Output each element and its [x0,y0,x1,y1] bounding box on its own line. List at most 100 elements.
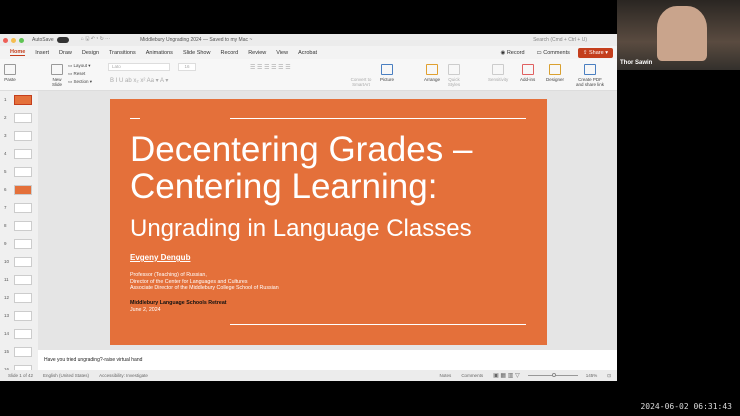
slide-thumbnail[interactable] [14,95,32,105]
thumbnail-number: 4 [4,151,7,156]
reset-button[interactable]: ▭ Reset [68,70,92,78]
share-button[interactable]: ⇪ Share ▾ [577,47,613,58]
slide-thumbnail[interactable] [14,185,32,195]
thumbnail-number: 10 [4,259,10,264]
slide-thumbnail[interactable] [14,347,32,357]
view-buttons[interactable]: ▣ ▦ ▥ ▽ [493,372,520,379]
divider [130,118,140,119]
maximize-button[interactable] [19,37,24,43]
thumbnail-number: 7 [4,205,7,210]
layout-button[interactable]: ▭ Layout ▾ [68,62,92,70]
thumbnail-number: 13 [4,313,10,318]
slide-thumbnail[interactable] [14,203,32,213]
sensitivity-button[interactable]: Sensitivity [488,64,508,82]
slide-thumbnail[interactable] [14,149,32,159]
tab-review[interactable]: Review [248,50,266,56]
addins-icon [521,64,534,75]
tab-view[interactable]: View [276,50,288,56]
new-slide-button[interactable]: New Slide [48,64,66,87]
status-bar: Slide 1 of 42 English (United States) Ac… [0,370,617,381]
tab-design[interactable]: Design [82,50,99,56]
divider [230,324,526,325]
slide-thumbnail[interactable] [14,257,32,267]
zoom-level[interactable]: 145% [586,373,598,378]
slide-thumbnail[interactable] [14,329,32,339]
slide-thumbnail[interactable] [14,239,32,249]
document-title: Middlebury Ungrading 2024 — Saved to my … [140,37,253,43]
tab-insert[interactable]: Insert [35,50,49,56]
slide-title: Decentering Grades – Centering Learning: [130,131,472,205]
quick-styles-button[interactable]: Quick Styles [446,64,462,87]
zoom-slider-thumb[interactable] [551,373,556,377]
slide-thumbnail[interactable] [14,167,32,177]
format-buttons[interactable]: B I U ab x₂ x² Aa ▾ A ▾ [110,77,168,84]
slide[interactable]: Decentering Grades – Centering Learning:… [110,99,547,345]
comments-status-button[interactable]: Comments [461,373,483,378]
record-button[interactable]: ◉ Record [500,50,524,56]
role: Associate Director of the Middlebury Col… [130,285,279,291]
section-button[interactable]: ▭ Section ▾ [68,78,92,86]
title-bar: AutoSave ⌂ 🖫 ↶ ▾ ↻ ··· Middlebury Ungrad… [0,34,617,46]
slide-thumbnail[interactable] [14,113,32,123]
section-label: Section [73,79,89,84]
tab-draw[interactable]: Draw [59,50,72,56]
convert-smartart-button[interactable]: Convert to SmartArt [346,77,376,87]
thumbnail-number: 5 [4,169,7,174]
sensitivity-icon [492,64,505,75]
addins-button[interactable]: Add-ins [520,64,535,82]
arrange-label: Arrange [424,77,441,82]
picture-label: Picture [380,77,395,82]
thumbnail-number: 14 [4,331,10,336]
fit-slide-icon[interactable]: ⊡ [607,373,611,379]
slide-canvas: Decentering Grades – Centering Learning:… [38,91,617,350]
thumbnail-number: 1 [4,97,7,102]
quick-access-icons[interactable]: ⌂ 🖫 ↶ ▾ ↻ ··· [81,36,110,44]
tab-acrobat[interactable]: Acrobat [298,50,317,56]
tab-animations[interactable]: Animations [146,50,173,56]
zoom-slider[interactable] [527,373,578,377]
new-slide-icon [51,64,63,75]
tab-transitions[interactable]: Transitions [109,50,136,56]
paragraph-buttons[interactable]: ☰ ☰ ☰ ☰ ☰ ☰ [250,64,291,71]
autosave-toggle[interactable] [56,37,69,43]
layout-label: Layout [73,63,88,68]
slide-thumbnail[interactable] [14,275,32,285]
picture-icon [381,64,393,75]
slide-subtitle: Ungrading in Language Classes [130,215,472,242]
quick-styles-label: Quick Styles [447,77,461,87]
search-input[interactable]: Search (Cmd + Ctrl + U) [533,37,587,43]
close-button[interactable] [3,37,8,43]
slide-thumbnail[interactable] [14,221,32,231]
timestamp: 2024-06-02 06:31:43 [640,402,732,411]
event-name: Middlebury Language Schools Retreat [130,300,227,306]
accessibility-button[interactable]: Accessibility: Investigate [99,373,148,378]
slide-thumbnail[interactable] [14,131,32,141]
font-size-select[interactable]: 16 [178,63,196,71]
thumbnail-number: 15 [4,349,10,354]
comments-button[interactable]: ▭ Comments [537,50,570,56]
arrange-button[interactable]: Arrange [424,64,440,82]
quick-styles-icon [448,64,460,75]
slide-group: ▭ Layout ▾ ▭ Reset ▭ Section ▾ [68,62,92,86]
notes-pane[interactable]: Have you tried ungrading?-raise virtual … [38,350,617,370]
participant-figure [657,6,707,61]
tab-home[interactable]: Home [10,49,26,56]
slide-thumbnail[interactable] [14,311,32,321]
designer-label: Designer [546,77,565,82]
powerpoint-window: AutoSave ⌂ 🖫 ↶ ▾ ↻ ··· Middlebury Ungrad… [0,34,617,381]
language[interactable]: English (United States) [43,373,89,378]
paste-button[interactable]: Paste [4,64,16,82]
font-name-select[interactable]: Lato [108,63,170,71]
tab-record[interactable]: Record [220,50,238,56]
thumbnail-number: 8 [4,223,7,228]
slide-thumbnail[interactable] [14,293,32,303]
title-line-2: Centering Learning: [130,167,438,206]
create-pdf-button[interactable]: Create PDF and share link [574,64,606,87]
addins-label: Add-ins [520,77,536,82]
tab-slide-show[interactable]: Slide Show [183,50,211,56]
designer-button[interactable]: Designer [546,64,564,82]
notes-button[interactable]: Notes [440,373,452,378]
minimize-button[interactable] [11,37,16,43]
picture-button[interactable]: Picture [380,64,394,82]
thumbnail-number: 3 [4,133,7,138]
